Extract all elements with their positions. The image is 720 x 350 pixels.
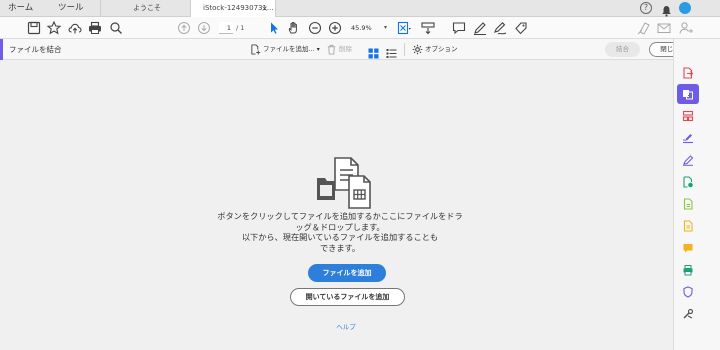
email-icon[interactable] bbox=[656, 20, 672, 36]
rail-export-pdf[interactable] bbox=[677, 63, 699, 83]
select-cursor-icon[interactable] bbox=[266, 20, 282, 36]
page-number-input[interactable]: 1 bbox=[219, 22, 233, 34]
print-icon[interactable] bbox=[87, 20, 103, 36]
options-button[interactable]: オプション bbox=[412, 39, 458, 60]
edit-pdf-icon bbox=[683, 134, 693, 144]
upload-cloud-icon[interactable] bbox=[67, 20, 83, 36]
combine-files-toolbar: ファイルを結合 ファイルを追加... ▾ 削除 オプション 結合 閉じる bbox=[0, 39, 720, 60]
rail-protect[interactable] bbox=[677, 282, 699, 302]
comment-tool-icon bbox=[683, 244, 693, 253]
add-open-files-button[interactable]: 開いているファイルを追加 bbox=[290, 288, 405, 306]
trash-icon bbox=[327, 44, 336, 55]
zoom-in-icon[interactable] bbox=[327, 20, 343, 36]
options-label: オプション bbox=[425, 45, 458, 53]
save-icon[interactable] bbox=[26, 20, 42, 36]
hand-icon[interactable] bbox=[286, 20, 302, 36]
gear-icon bbox=[412, 44, 423, 55]
send-for-review-icon bbox=[683, 176, 693, 188]
rail-edit-pdf[interactable] bbox=[677, 128, 699, 148]
instruction-line: ッグ＆ドロップします。 bbox=[295, 221, 385, 232]
tab-bar: ホーム ツール ようこそ iStock-124930731... × ? bbox=[0, 0, 720, 18]
drop-instructions: ボタンをクリックしてファイルを追加するかここにファイルをドラ ッグ＆ドロップしま… bbox=[200, 211, 480, 253]
rail-comment[interactable] bbox=[677, 238, 699, 258]
combine-files-icon bbox=[683, 90, 693, 100]
fill-sign-icon bbox=[683, 155, 694, 166]
tab-home[interactable]: ホーム bbox=[8, 0, 33, 17]
tab-welcome[interactable]: ようこそ bbox=[100, 0, 190, 17]
delete-button[interactable]: 削除 bbox=[326, 39, 352, 60]
delete-label: 削除 bbox=[339, 45, 352, 53]
tools-rail bbox=[673, 39, 720, 350]
page-down-icon[interactable] bbox=[196, 20, 212, 36]
tab-tools[interactable]: ツール bbox=[58, 0, 84, 17]
add-files-label: ファイルを追加... bbox=[263, 45, 315, 53]
account-avatar-icon[interactable] bbox=[679, 2, 691, 14]
instruction-line: 以下から、現在開いているファイルを追加することも bbox=[241, 232, 439, 242]
rail-combine-files[interactable] bbox=[677, 84, 699, 104]
search-icon[interactable] bbox=[108, 20, 124, 36]
rail-scan[interactable] bbox=[677, 216, 699, 236]
rail-create-pdf[interactable] bbox=[677, 194, 699, 214]
rail-print-production[interactable] bbox=[677, 260, 699, 280]
zoom-out-icon[interactable] bbox=[307, 20, 323, 36]
thumbnail-view-icon[interactable] bbox=[368, 44, 379, 59]
rail-more-tools[interactable] bbox=[677, 304, 699, 324]
rail-send-for-review[interactable] bbox=[677, 172, 699, 192]
add-files-dropdown[interactable]: ファイルを追加... ▾ bbox=[250, 39, 320, 60]
main-toolbar: 1 / 1 45.9% ▾ bbox=[0, 17, 720, 39]
bell-icon[interactable] bbox=[661, 2, 672, 17]
tool-title: ファイルを結合 bbox=[9, 45, 62, 54]
comment-icon[interactable] bbox=[451, 20, 467, 36]
share-icon[interactable] bbox=[636, 20, 652, 36]
pen-icon[interactable] bbox=[472, 20, 488, 36]
sign-icon[interactable] bbox=[492, 20, 508, 36]
chevron-down-icon: ▾ bbox=[316, 46, 320, 53]
acrobat-window: ホーム ツール ようこそ iStock-124930731... × ? 1 /… bbox=[0, 0, 720, 350]
export-pdf-icon bbox=[683, 67, 694, 79]
rail-fill-sign[interactable] bbox=[677, 150, 699, 170]
rail-organize-pages[interactable] bbox=[677, 106, 699, 126]
toolbar-divider bbox=[404, 43, 405, 56]
tool-accent-bar bbox=[0, 39, 3, 60]
add-user-icon[interactable] bbox=[678, 20, 694, 36]
stamp-icon[interactable] bbox=[513, 20, 529, 36]
combine-button[interactable]: 結合 bbox=[605, 42, 640, 57]
help-link[interactable]: ヘルプ bbox=[330, 321, 362, 331]
tab-document[interactable]: iStock-124930731... × bbox=[190, 0, 276, 18]
page-total: / 1 bbox=[236, 24, 245, 32]
tab-welcome-label: ようこそ bbox=[133, 4, 161, 12]
add-files-button[interactable]: ファイルを追加 bbox=[308, 264, 386, 282]
add-file-icon bbox=[251, 44, 261, 55]
protect-icon bbox=[683, 286, 693, 298]
print-production-icon bbox=[683, 265, 693, 276]
more-tools-icon bbox=[683, 308, 694, 319]
instruction-line: できます。 bbox=[319, 242, 361, 253]
instruction-line: ボタンをクリックしてファイルを追加するかここにファイルをドラ bbox=[217, 211, 463, 221]
combine-files-illustration-icon bbox=[317, 157, 371, 209]
zoom-level-value: 45.9% bbox=[351, 24, 372, 32]
scan-icon bbox=[683, 220, 693, 232]
zoom-level-dropdown[interactable]: 45.9% ▾ bbox=[351, 22, 387, 34]
scroll-mode-icon[interactable] bbox=[420, 20, 436, 36]
chevron-down-icon: ▾ bbox=[383, 24, 387, 31]
bookmark-star-icon[interactable] bbox=[46, 20, 62, 36]
help-icon[interactable]: ? bbox=[640, 2, 652, 14]
drop-zone[interactable]: ボタンをクリックしてファイルを追加するかここにファイルをドラ ッグ＆ドロップしま… bbox=[0, 60, 673, 350]
close-tab-icon[interactable]: × bbox=[261, 0, 268, 17]
create-pdf-icon bbox=[683, 198, 693, 210]
page-up-icon[interactable] bbox=[176, 20, 192, 36]
fit-page-icon[interactable] bbox=[396, 20, 412, 36]
organize-pages-icon bbox=[682, 110, 694, 122]
list-view-icon[interactable] bbox=[386, 44, 397, 58]
